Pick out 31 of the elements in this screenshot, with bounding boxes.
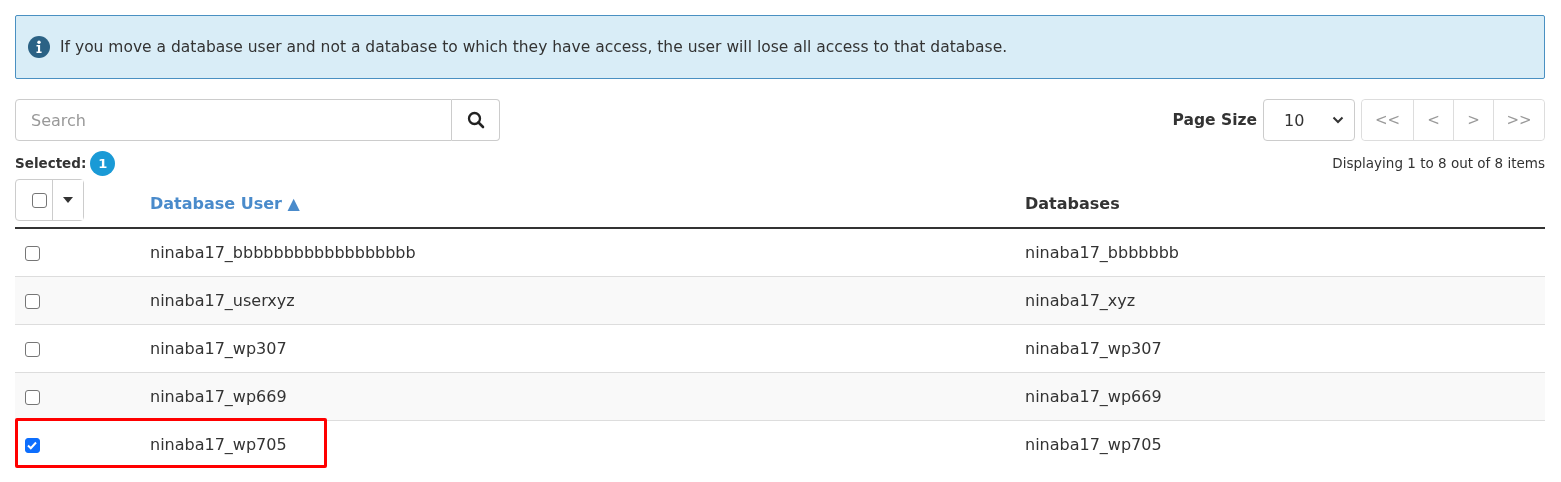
- checkbox[interactable]: [25, 390, 40, 405]
- checkbox[interactable]: [25, 438, 40, 453]
- search-icon: [466, 111, 485, 129]
- displaying-text: Displaying 1 to 8 out of 8 items: [1332, 155, 1545, 171]
- pager-button[interactable]: >>: [1493, 100, 1544, 140]
- table-cell-text: ninaba17_wp307: [150, 339, 288, 358]
- checkbox[interactable]: [31, 192, 47, 208]
- table-cell-text: ninaba17_wp307: [1025, 339, 1163, 358]
- table-cell-text: ninaba17_xyz: [1025, 291, 1137, 310]
- search-field[interactable]: Search: [15, 99, 452, 141]
- table-cell-text: ninaba17_wp669: [1025, 387, 1163, 406]
- column-header[interactable]: Database User ▲: [150, 193, 1025, 213]
- search-button[interactable]: [452, 99, 500, 141]
- checkbox[interactable]: [25, 246, 40, 261]
- table-cell-text: ninaba17_userxyz: [150, 291, 296, 310]
- checkbox[interactable]: [25, 342, 40, 357]
- table-cell-text: ninaba17_bbbbbbb: [1025, 243, 1180, 262]
- alert-text: If you move a database user and not a database to which they have access, the user will lose all access to that database.: [60, 38, 1008, 56]
- table-cell-text: ninaba17_bbbbbbbbbbbbbbbbbb: [150, 243, 417, 262]
- table-cell-text: ninaba17_wp705: [1025, 435, 1163, 454]
- page-size-select[interactable]: 10: [1263, 99, 1355, 141]
- column-header: Databases: [1025, 193, 1121, 213]
- selected-count-badge: 1: [90, 150, 116, 176]
- caret-down-icon: [63, 197, 73, 203]
- selected-label: Selected:: [15, 155, 87, 171]
- page-size-label: Page Size: [1172, 111, 1257, 129]
- checkbox[interactable]: [25, 294, 40, 309]
- info-icon: [28, 36, 50, 58]
- table-cell-text: ninaba17_wp669: [150, 387, 288, 406]
- table-cell-text: ninaba17_wp705: [150, 435, 288, 454]
- chevron-down-icon: [1332, 116, 1344, 124]
